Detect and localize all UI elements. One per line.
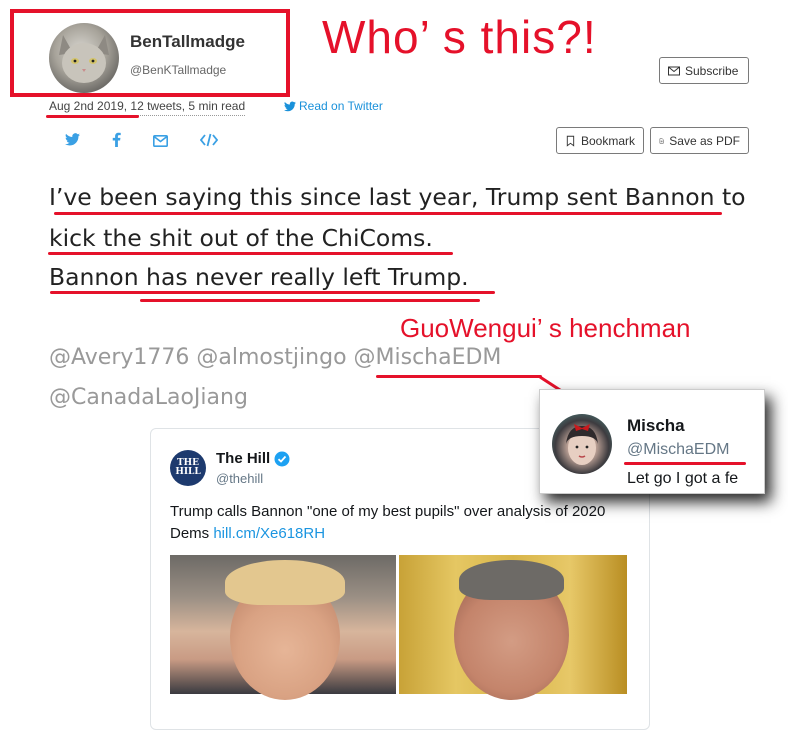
bookmark-button[interactable]: Bookmark bbox=[556, 127, 644, 154]
author-name[interactable]: BenTallmadge bbox=[130, 32, 245, 52]
tweet-body: Trump calls Bannon "one of my best pupil… bbox=[170, 501, 610, 545]
henchman-annotation: GuoWengui’ s henchman bbox=[400, 313, 691, 343]
tweet-link[interactable]: hill.cm/Xe618RH bbox=[213, 525, 325, 542]
underline-line-3b bbox=[140, 299, 480, 302]
read-on-twitter-link[interactable]: Read on Twitter bbox=[284, 99, 383, 113]
save-pdf-button[interactable]: Save as PDF bbox=[650, 127, 749, 154]
thread-line-3: Bannon has never really left Trump. bbox=[49, 263, 469, 291]
underline-line-3a bbox=[50, 291, 495, 294]
thread-line-1: I’ve been saying this since last year, T… bbox=[49, 183, 746, 211]
mischa-tweet-text: Let go I got a fe bbox=[627, 470, 739, 487]
mischa-mention-underline bbox=[376, 375, 542, 378]
facebook-icon[interactable] bbox=[112, 132, 121, 152]
mischa-avatar-image bbox=[566, 424, 598, 465]
envelope-icon bbox=[668, 66, 680, 75]
mischa-handle-underline bbox=[624, 462, 746, 465]
bookmark-icon bbox=[566, 135, 575, 147]
mischa-handle[interactable]: @MischaEDM bbox=[627, 441, 729, 459]
tweet-photo-trump[interactable] bbox=[170, 555, 396, 700]
twitter-bird-icon bbox=[284, 100, 296, 111]
embed-icon[interactable] bbox=[199, 133, 219, 152]
mentions-line-1[interactable]: @Avery1776 @almostjingo @MischaEDM bbox=[49, 345, 501, 370]
meta-underline bbox=[46, 115, 139, 118]
who-annotation: Who’ s this?! bbox=[322, 11, 597, 63]
mischa-avatar[interactable] bbox=[552, 414, 612, 474]
mentions-line-2[interactable]: @CanadaLaoJiang bbox=[49, 385, 248, 410]
subscribe-label: Subscribe bbox=[685, 63, 739, 78]
subscribe-button[interactable]: Subscribe bbox=[659, 57, 749, 84]
bookmark-label: Bookmark bbox=[580, 133, 635, 148]
verified-badge-icon bbox=[274, 451, 290, 466]
save-pdf-label: Save as PDF bbox=[669, 133, 740, 148]
tweet-author-handle[interactable]: @thehill bbox=[216, 471, 263, 486]
the-hill-logo[interactable]: THE HILL bbox=[170, 450, 206, 486]
underline-line-1 bbox=[54, 212, 722, 215]
thread-meta: Aug 2nd 2019, 12 tweets, 5 min read bbox=[49, 99, 246, 116]
twitter-icon[interactable] bbox=[65, 133, 80, 151]
email-icon[interactable] bbox=[153, 134, 168, 152]
tweet-photo-bannon[interactable] bbox=[399, 555, 627, 700]
author-handle[interactable]: @BenKTallmadge bbox=[130, 63, 226, 77]
tweet-author-label: The Hill bbox=[216, 450, 271, 467]
thread-line-2: kick the shit out of the ChiComs. bbox=[49, 224, 433, 252]
mischa-name[interactable]: Mischa bbox=[627, 416, 685, 436]
underline-line-2 bbox=[48, 252, 453, 255]
tweet-author-name[interactable]: The Hill bbox=[216, 450, 290, 467]
cat-avatar-image bbox=[59, 35, 109, 83]
read-on-label: Read on Twitter bbox=[299, 99, 383, 113]
document-icon bbox=[659, 137, 664, 144]
author-avatar[interactable] bbox=[49, 23, 119, 93]
